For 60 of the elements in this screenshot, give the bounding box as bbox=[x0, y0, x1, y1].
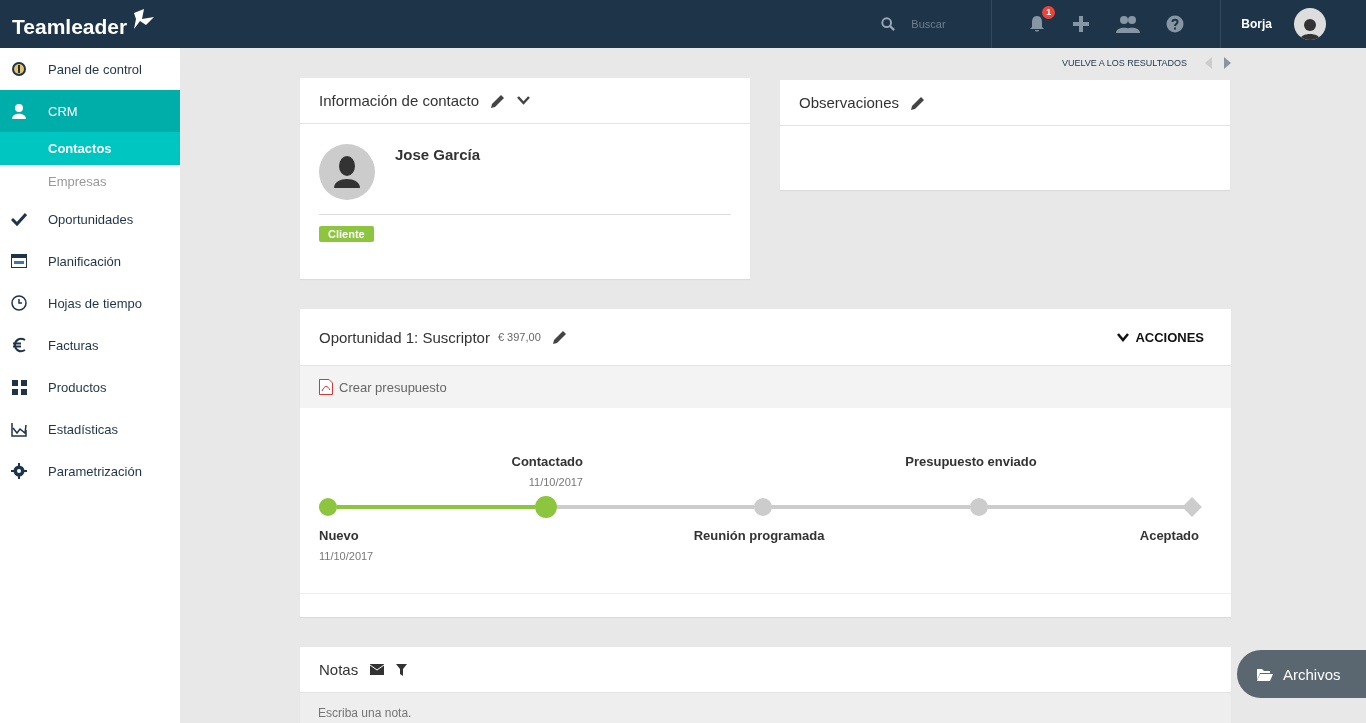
search-field[interactable]: Buscar bbox=[909, 17, 974, 31]
back-to-results-link[interactable]: VUELVE A LOS RESULTADOS bbox=[1061, 58, 1187, 68]
notification-count: 1 bbox=[1042, 6, 1056, 19]
user-avatar[interactable] bbox=[1294, 8, 1326, 40]
stage-label: Nuevo bbox=[319, 528, 360, 543]
create-quote-link[interactable]: Crear presupuesto bbox=[339, 379, 447, 395]
sidebar-item[interactable]: Productos bbox=[0, 366, 180, 408]
sidebar-item[interactable]: Hojas de tiempo bbox=[0, 282, 180, 324]
card-title: Notas bbox=[319, 661, 359, 678]
person-icon bbox=[11, 103, 27, 119]
stage-date: 11/10/2017 bbox=[527, 476, 583, 488]
stage-label: Contactado bbox=[510, 454, 583, 469]
pencil-icon[interactable] bbox=[911, 95, 926, 110]
bell-icon[interactable] bbox=[1028, 15, 1047, 33]
checkmark-icon bbox=[11, 211, 27, 227]
actions-button[interactable]: ACCIONES bbox=[1117, 329, 1212, 345]
stage-label: Reunión programada bbox=[692, 528, 826, 543]
sidebar-item[interactable]: Panel de control bbox=[0, 48, 180, 90]
folder-icon bbox=[1257, 667, 1273, 681]
sidebar-item[interactable]: Facturas bbox=[0, 324, 180, 366]
chevron-down-icon bbox=[1117, 332, 1130, 342]
chevron-down-icon[interactable] bbox=[517, 96, 531, 105]
next-icon[interactable] bbox=[1224, 57, 1231, 69]
logo-text: Teamleader bbox=[12, 15, 128, 39]
grid-icon bbox=[11, 379, 27, 395]
opportunity-amount: € 397,00 bbox=[497, 331, 541, 343]
sidebar-item[interactable]: Oportunidades bbox=[0, 198, 180, 240]
files-button[interactable]: Archivos bbox=[1237, 650, 1366, 698]
pencil-icon[interactable] bbox=[491, 93, 506, 108]
stage-marker[interactable] bbox=[534, 496, 557, 518]
contact-avatar bbox=[319, 144, 375, 200]
card-title: Oportunidad 1: Suscriptor bbox=[319, 328, 490, 346]
user-name[interactable]: Borja bbox=[1241, 17, 1272, 31]
clock-icon bbox=[11, 295, 27, 311]
sidebar-item[interactable]: Parametrización bbox=[0, 450, 180, 492]
sidebar-item[interactable]: Estadísticas bbox=[0, 408, 180, 450]
calendar-icon bbox=[11, 254, 27, 268]
card-title: Observaciones bbox=[799, 94, 900, 111]
plus-icon[interactable] bbox=[1072, 15, 1091, 33]
contact-name: Jose García bbox=[395, 146, 481, 165]
stage-date: 11/10/2017 bbox=[319, 550, 375, 562]
search-icon[interactable] bbox=[881, 16, 896, 32]
card-title: Información de contacto bbox=[319, 92, 480, 109]
dashboard-icon bbox=[11, 61, 27, 77]
note-input[interactable]: Escriba una nota. bbox=[300, 693, 1231, 723]
status-tag: Cliente bbox=[319, 226, 374, 242]
pdf-file-icon bbox=[319, 379, 333, 395]
euro-icon bbox=[12, 337, 26, 353]
people-icon[interactable] bbox=[1116, 15, 1141, 33]
stage-marker[interactable] bbox=[319, 498, 337, 516]
sidebar-item[interactable]: Planificación bbox=[0, 240, 180, 282]
stage-marker[interactable] bbox=[969, 498, 988, 516]
pencil-icon[interactable] bbox=[552, 330, 567, 344]
stage-label: Aceptado bbox=[1138, 528, 1199, 543]
chart-icon bbox=[11, 421, 27, 437]
stage-label: Presupuesto enviado bbox=[904, 454, 1038, 469]
filter-icon[interactable] bbox=[396, 663, 408, 676]
help-icon[interactable] bbox=[1166, 15, 1185, 33]
stage-marker[interactable] bbox=[754, 498, 772, 516]
envelope-icon[interactable] bbox=[370, 664, 385, 675]
